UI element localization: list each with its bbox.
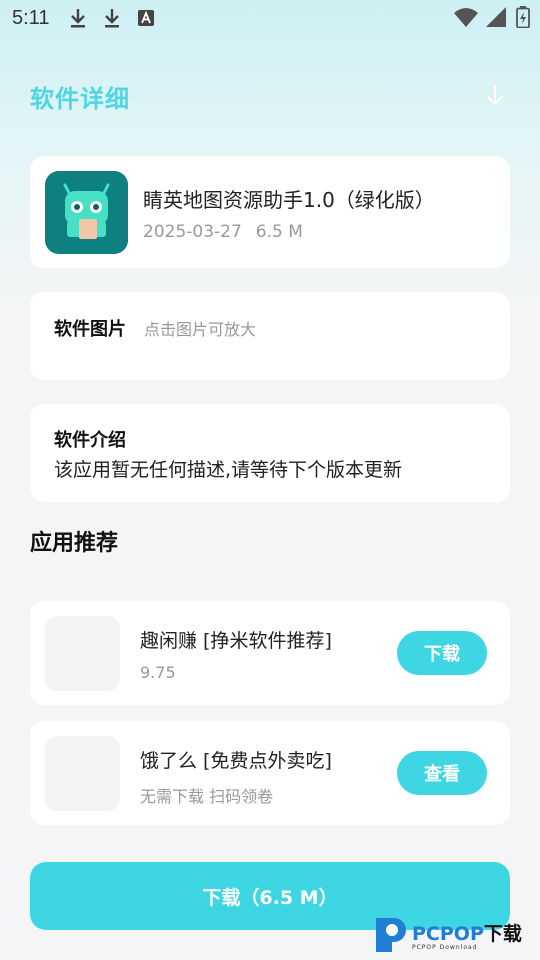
- download-icon: [67, 7, 89, 29]
- pcpop-watermark: PCPOP下载 PCPOP Download: [372, 910, 540, 960]
- app-size: 6.5 M: [255, 222, 303, 242]
- intro-text: 该应用暂无任何描述,请等待下个版本更新: [54, 459, 403, 481]
- pcpop-logo-icon: [376, 918, 406, 952]
- list-item[interactable]: 饿了么 [免费点外卖吃] 无需下载 扫码领卷 查看: [30, 721, 510, 825]
- app-date: 2025-03-27: [143, 222, 242, 242]
- text-a-icon: [135, 7, 157, 29]
- rec-app-name: 饿了么 [免费点外卖吃]: [140, 750, 332, 772]
- screenshots-label: 软件图片: [54, 319, 126, 340]
- intro-card: 软件介绍 该应用暂无任何描述,请等待下个版本更新: [30, 404, 510, 502]
- rec-app-name: 趣闲赚 [挣米软件推荐]: [140, 630, 332, 652]
- watermark-sub: PCPOP Download: [412, 944, 478, 951]
- signal-icon: [486, 7, 508, 32]
- status-right-icons: [454, 6, 530, 33]
- rec-app-sub: 无需下载 扫码领卷: [140, 787, 274, 806]
- wifi-icon: [454, 7, 478, 32]
- screenshots-hint: 点击图片可放大: [144, 320, 257, 339]
- intro-label: 软件介绍: [54, 430, 126, 451]
- app-meta: 2025-03-27 6.5 M: [143, 222, 303, 242]
- page-title: 软件详细: [30, 84, 130, 113]
- app-info-card: 睛英地图资源助手1.0（绿化版） 2025-03-27 6.5 M: [30, 156, 510, 268]
- android-robot-icon: [45, 171, 128, 254]
- recommendations-title: 应用推荐: [30, 531, 119, 556]
- download-icon: [101, 7, 123, 29]
- app-thumbnail: [45, 616, 120, 691]
- status-time: 5:11: [12, 6, 50, 29]
- app-name: 睛英地图资源助手1.0（绿化版）: [143, 188, 435, 212]
- view-button[interactable]: 查看: [397, 751, 487, 795]
- download-arrow-icon[interactable]: [480, 81, 510, 111]
- rec-app-sub: 9.75: [140, 663, 176, 682]
- app-thumbnail: [45, 736, 120, 811]
- battery-icon: [516, 6, 530, 33]
- header: 软件详细: [30, 76, 510, 116]
- watermark-suffix: 下载: [483, 923, 522, 945]
- status-bar: 5:11: [0, 0, 540, 36]
- download-button[interactable]: 下载: [397, 631, 487, 675]
- list-item[interactable]: 趣闲赚 [挣米软件推荐] 9.75 下载: [30, 601, 510, 705]
- watermark-brand: PCPOP: [412, 923, 484, 945]
- screenshots-card: 软件图片 点击图片可放大: [30, 292, 510, 380]
